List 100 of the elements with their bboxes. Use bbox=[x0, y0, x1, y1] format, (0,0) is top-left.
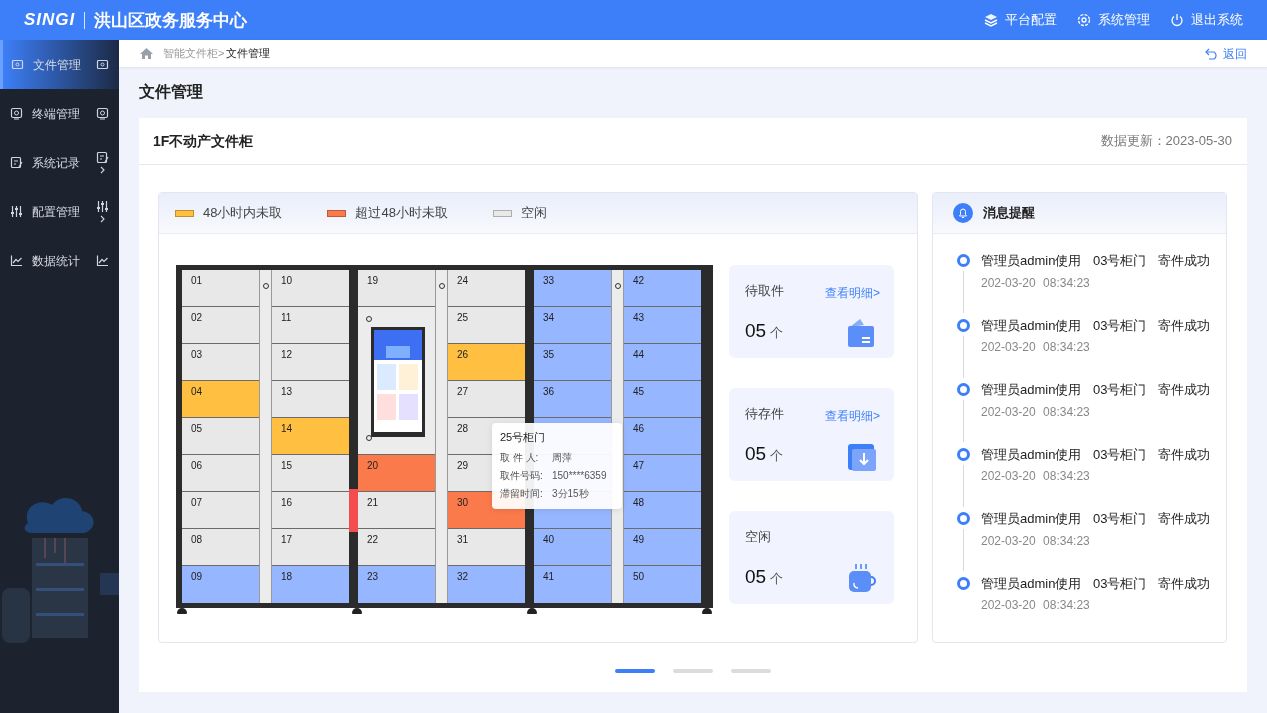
legend-label: 空闲 bbox=[520, 204, 547, 223]
locker-door[interactable]: 18 bbox=[272, 566, 349, 603]
panel-title: 消息提醒 bbox=[983, 204, 1035, 223]
message-text: 管理员admin使用 03号柜门 寄件成功 bbox=[981, 574, 1212, 593]
locker-door[interactable]: 43 bbox=[624, 307, 701, 344]
tooltip-value: 3分15秒 bbox=[552, 486, 589, 501]
locker-door[interactable]: 50 bbox=[624, 566, 701, 603]
stat-unit: 个 bbox=[770, 447, 784, 463]
stat-label: 待取件 bbox=[745, 282, 784, 300]
details-link[interactable]: 查看明细> bbox=[825, 407, 880, 425]
mug-icon bbox=[846, 563, 876, 594]
folder-icon bbox=[96, 58, 109, 71]
locker-door[interactable]: 02 bbox=[182, 307, 259, 344]
locker-door[interactable]: 35 bbox=[534, 344, 611, 381]
timeline-dot bbox=[957, 447, 970, 461]
locker-door[interactable]: 12 bbox=[272, 344, 349, 381]
locker-door[interactable]: 47 bbox=[624, 455, 701, 492]
locker-door[interactable]: 13 bbox=[272, 381, 349, 418]
locker-door[interactable]: 45 bbox=[624, 381, 701, 418]
settings-icon bbox=[1077, 13, 1091, 27]
tooltip-value: 150****6359 bbox=[552, 468, 607, 483]
page-indicator[interactable] bbox=[673, 669, 713, 673]
timeline-dot bbox=[957, 576, 970, 590]
locker-door[interactable]: 20 bbox=[358, 455, 435, 492]
locker-door[interactable]: 24 bbox=[448, 270, 525, 307]
card-title: 1F不动产文件柜 bbox=[153, 131, 254, 151]
sidebar-item[interactable]: 文件管理 bbox=[0, 40, 119, 89]
locker-door[interactable]: 36 bbox=[534, 381, 611, 418]
locker-door[interactable]: 26 bbox=[448, 344, 525, 381]
monitor-icon bbox=[10, 107, 23, 120]
message-time: 202-03-20 08:34:23 bbox=[981, 468, 1091, 485]
locker-door[interactable]: 34 bbox=[534, 307, 611, 344]
locker-door[interactable]: 08 bbox=[182, 529, 259, 566]
back-link[interactable]: 返回 bbox=[1205, 44, 1247, 63]
timeline-line bbox=[963, 529, 964, 571]
stat-label: 空闲 bbox=[745, 528, 771, 546]
locker-door[interactable]: 22 bbox=[358, 529, 435, 566]
locker-door[interactable]: 04 bbox=[182, 381, 259, 418]
locker-door[interactable]: 21 bbox=[358, 492, 435, 529]
locker-door[interactable]: 27 bbox=[448, 381, 525, 418]
stat-unit: 个 bbox=[770, 324, 784, 340]
door-handle bbox=[349, 489, 358, 532]
locker-door[interactable]: 11 bbox=[272, 307, 349, 344]
page-indicator[interactable] bbox=[731, 669, 771, 673]
stat-label: 待存件 bbox=[745, 405, 784, 423]
message-text: 管理员admin使用 03号柜门 寄件成功 bbox=[981, 252, 1212, 270]
timeline-dot bbox=[957, 318, 970, 332]
sidebar-item[interactable]: 配置管理 bbox=[0, 187, 119, 236]
app-title: 洪山区政务服务中心 bbox=[84, 11, 248, 29]
header-menu-button[interactable]: 退出系统 bbox=[1170, 10, 1243, 30]
locker-door[interactable]: 09 bbox=[182, 566, 259, 603]
locker-door[interactable]: 01 bbox=[182, 270, 259, 307]
notes-icon bbox=[96, 151, 109, 164]
details-link[interactable]: 查看明细> bbox=[825, 284, 880, 302]
locker-door[interactable]: 14 bbox=[272, 418, 349, 455]
breadcrumb-current: 文件管理 bbox=[226, 46, 271, 62]
timeline-dot bbox=[957, 512, 970, 525]
logo: SINGI bbox=[24, 9, 76, 32]
timeline-line bbox=[963, 335, 964, 378]
locker-door[interactable]: 25 bbox=[448, 307, 525, 344]
locker-door[interactable]: 49 bbox=[624, 529, 701, 566]
page-indicator[interactable] bbox=[615, 669, 655, 673]
locker-door[interactable]: 44 bbox=[624, 344, 701, 381]
layers-icon bbox=[984, 13, 998, 27]
locker-door[interactable]: 48 bbox=[624, 492, 701, 529]
message-text: 管理员admin使用 03号柜门 寄件成功 bbox=[981, 445, 1212, 464]
locker-door[interactable]: 07 bbox=[182, 492, 259, 529]
locker-door[interactable]: 19 bbox=[358, 270, 435, 307]
timeline-line bbox=[963, 464, 964, 507]
tooltip-value: 周萍 bbox=[552, 450, 572, 465]
message-time: 202-03-20 08:34:23 bbox=[981, 339, 1091, 356]
locker-door[interactable]: 33 bbox=[534, 270, 611, 307]
sidebar-item[interactable]: 系统记录 bbox=[0, 138, 119, 187]
stat-count: 05 bbox=[745, 319, 767, 341]
timeline-dot bbox=[957, 383, 970, 396]
locker-door[interactable]: 46 bbox=[624, 418, 701, 455]
locker-door[interactable]: 31 bbox=[448, 529, 525, 566]
header-menu-button[interactable]: 系统管理 bbox=[1077, 10, 1150, 30]
sidebar-item[interactable]: 终端管理 bbox=[0, 89, 119, 138]
locker-door[interactable]: 23 bbox=[358, 566, 435, 603]
locker-door[interactable]: 32 bbox=[448, 566, 525, 603]
message-time: 202-03-20 08:34:23 bbox=[981, 597, 1091, 614]
locker-door[interactable]: 05 bbox=[182, 418, 259, 455]
locker-door[interactable]: 41 bbox=[534, 566, 611, 603]
header-menu-button[interactable]: 平台配置 bbox=[984, 10, 1057, 30]
locker-door[interactable]: 16 bbox=[272, 492, 349, 529]
locker-door[interactable]: 17 bbox=[272, 529, 349, 566]
locker-door[interactable]: 03 bbox=[182, 344, 259, 381]
timeline-line bbox=[963, 400, 964, 442]
locker-door[interactable]: 10 bbox=[272, 270, 349, 307]
locker-door[interactable]: 42 bbox=[624, 270, 701, 307]
message-time: 202-03-20 08:34:23 bbox=[981, 532, 1091, 550]
stat-count: 05 bbox=[745, 565, 767, 587]
locker-door[interactable]: 06 bbox=[182, 455, 259, 492]
message-time: 202-03-20 08:34:23 bbox=[981, 403, 1091, 421]
locker-door[interactable]: 15 bbox=[272, 455, 349, 492]
locker-door[interactable]: 40 bbox=[534, 529, 611, 566]
sliders-icon bbox=[96, 200, 109, 213]
sidebar-item[interactable]: 数据统计 bbox=[0, 236, 119, 285]
stat-unit: 个 bbox=[770, 570, 784, 586]
